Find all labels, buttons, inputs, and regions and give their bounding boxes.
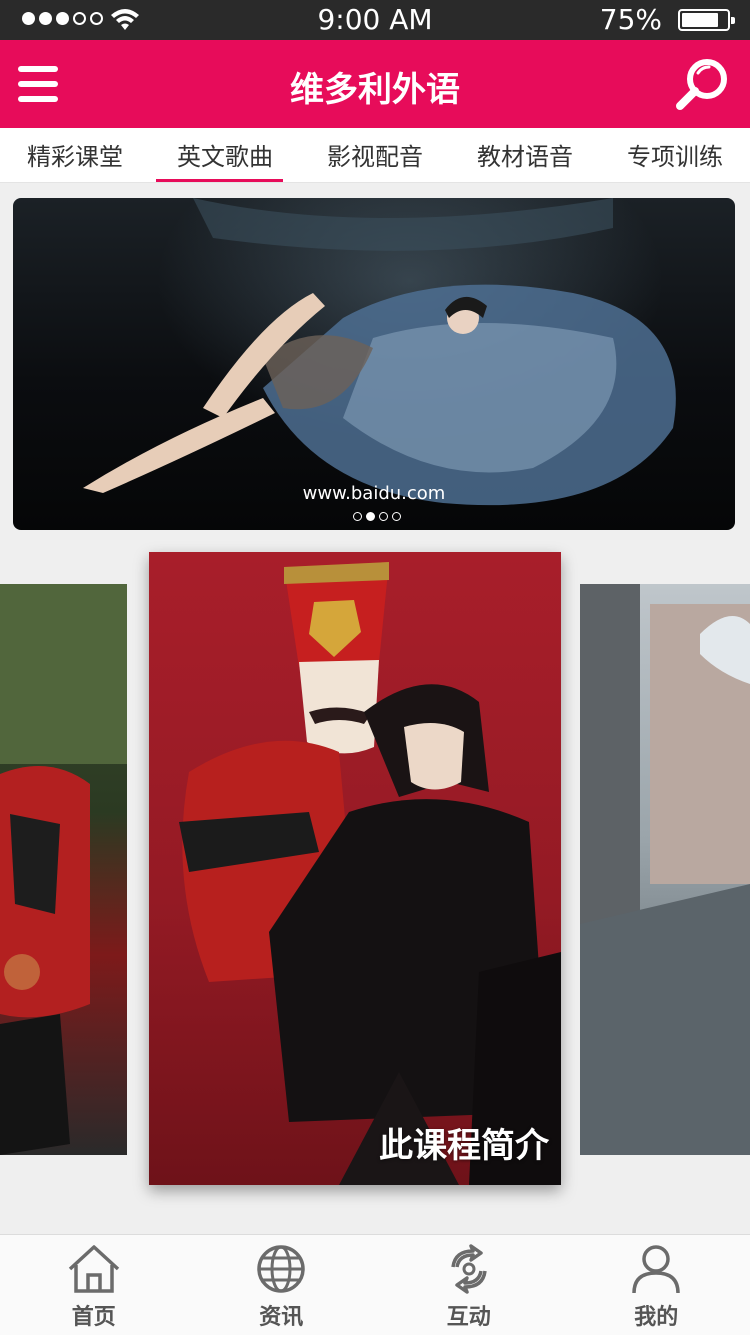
nav-profile-label: 我的 xyxy=(563,1299,750,1331)
tab-jiaocai-yuyin[interactable]: 教材语音 xyxy=(450,128,600,182)
nav-interact-label: 互动 xyxy=(375,1299,563,1331)
active-tab-indicator xyxy=(156,179,283,182)
nav-interact[interactable]: 互动 xyxy=(375,1235,563,1335)
tab-yingshi-peiyin[interactable]: 影视配音 xyxy=(300,128,450,182)
nav-home[interactable]: 首页 xyxy=(0,1235,188,1335)
status-bar: 9:00 AM 75% xyxy=(0,0,750,40)
battery-percent: 75% xyxy=(600,3,662,36)
nav-home-label: 首页 xyxy=(0,1299,188,1331)
banner-dot[interactable] xyxy=(379,512,388,521)
banner-caption: www.baidu.com xyxy=(13,483,735,504)
sync-icon xyxy=(441,1243,497,1295)
category-tabs: 精彩课堂 英文歌曲 影视配音 教材语音 专项训练 xyxy=(0,128,750,183)
banner-dot-active[interactable] xyxy=(366,512,375,521)
course-card-image xyxy=(580,584,750,1155)
nav-news-label: 资讯 xyxy=(188,1299,376,1331)
nav-news[interactable]: 资讯 xyxy=(188,1235,376,1335)
user-icon xyxy=(628,1243,684,1295)
banner-dot[interactable] xyxy=(392,512,401,521)
course-card-image xyxy=(149,552,561,1185)
course-card-previous[interactable] xyxy=(0,584,127,1155)
course-card-image xyxy=(0,584,127,1155)
bottom-navigation: 首页 资讯 互动 我的 xyxy=(0,1234,750,1335)
banner-dot[interactable] xyxy=(353,512,362,521)
search-icon[interactable] xyxy=(674,56,732,114)
hamburger-menu-icon[interactable] xyxy=(18,66,58,102)
course-card-featured[interactable]: 此课程简介 xyxy=(149,552,561,1185)
app-title: 维多利外语 xyxy=(0,62,750,111)
app-header: 维多利外语 xyxy=(0,40,750,128)
nav-profile[interactable]: 我的 xyxy=(563,1235,750,1335)
course-card-next[interactable] xyxy=(580,584,750,1155)
course-intro-caption: 此课程简介 xyxy=(379,1118,549,1167)
globe-icon xyxy=(253,1243,309,1295)
banner-carousel[interactable]: www.baidu.com xyxy=(13,198,735,530)
battery-icon xyxy=(678,9,730,31)
home-icon xyxy=(66,1243,122,1295)
tab-jingcai-ketang[interactable]: 精彩课堂 xyxy=(0,128,150,182)
tab-yingwen-gequ[interactable]: 英文歌曲 xyxy=(150,128,300,182)
banner-image xyxy=(13,198,735,530)
tab-zhuanxiang-xunlian[interactable]: 专项训练 xyxy=(600,128,750,182)
banner-pagination xyxy=(353,512,401,521)
